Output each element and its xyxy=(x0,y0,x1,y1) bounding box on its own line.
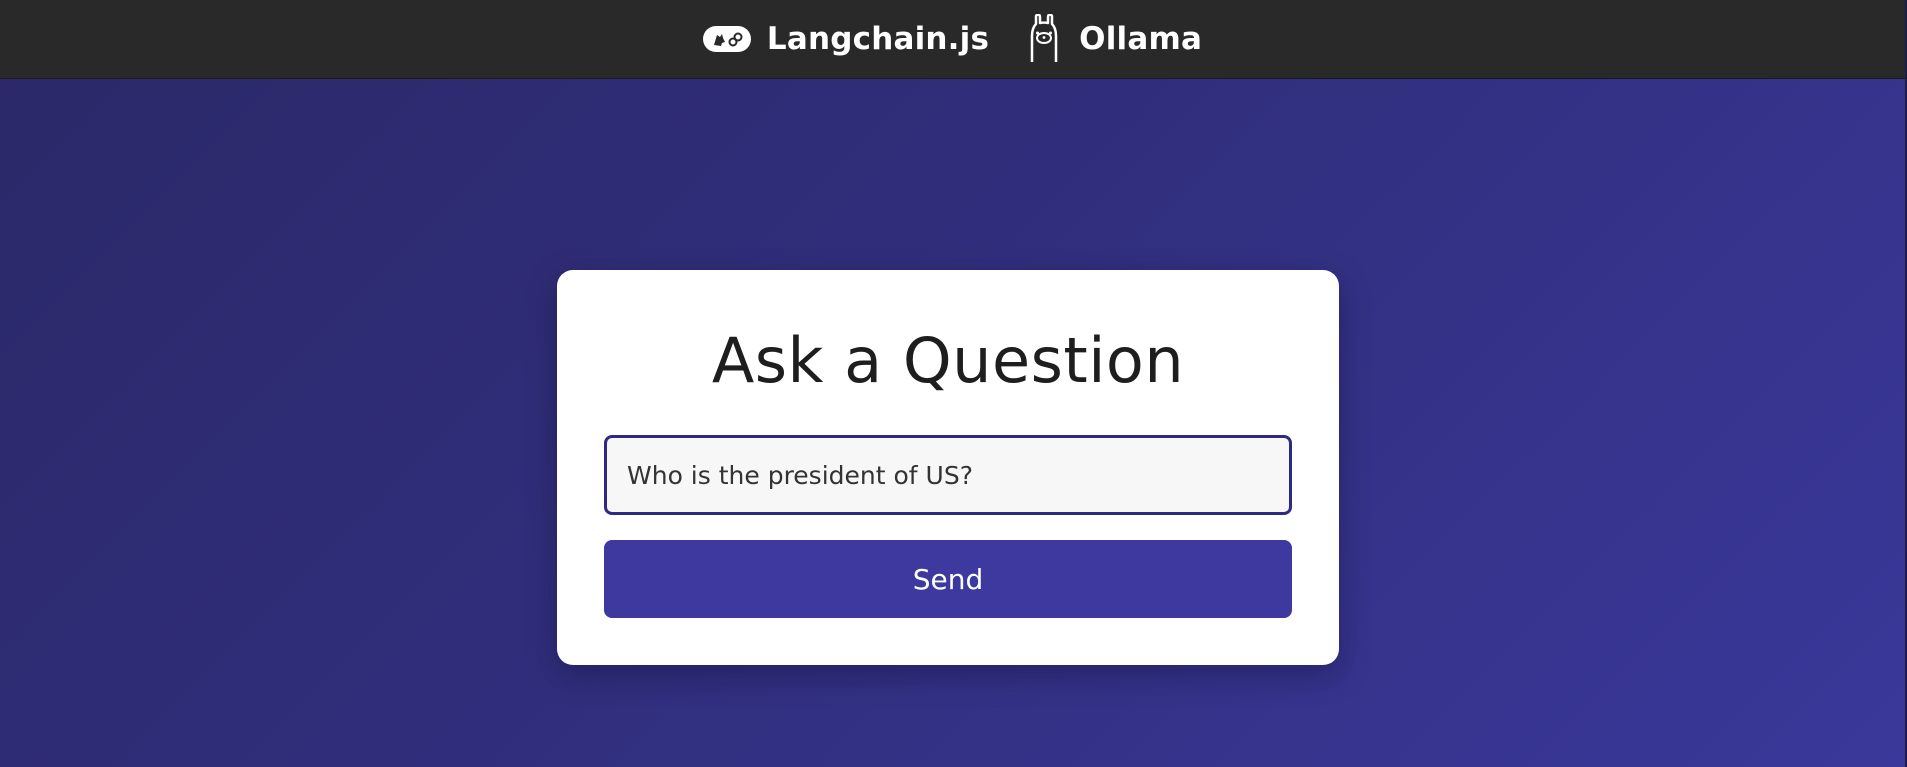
brand-langchain-label: Langchain.js xyxy=(766,21,990,57)
top-header: Langchain.js Ollama xyxy=(0,0,1905,79)
brand-langchain: Langchain.js xyxy=(702,21,990,57)
brand-ollama: Ollama xyxy=(1025,14,1202,64)
ollama-llama-icon xyxy=(1025,14,1063,64)
send-button[interactable]: Send xyxy=(604,540,1292,618)
brand-ollama-label: Ollama xyxy=(1079,21,1203,57)
page-title: Ask a Question xyxy=(711,324,1185,397)
question-card: Ask a Question Send xyxy=(557,270,1339,665)
question-input[interactable] xyxy=(604,435,1292,515)
langchain-logo-icon xyxy=(702,26,751,52)
